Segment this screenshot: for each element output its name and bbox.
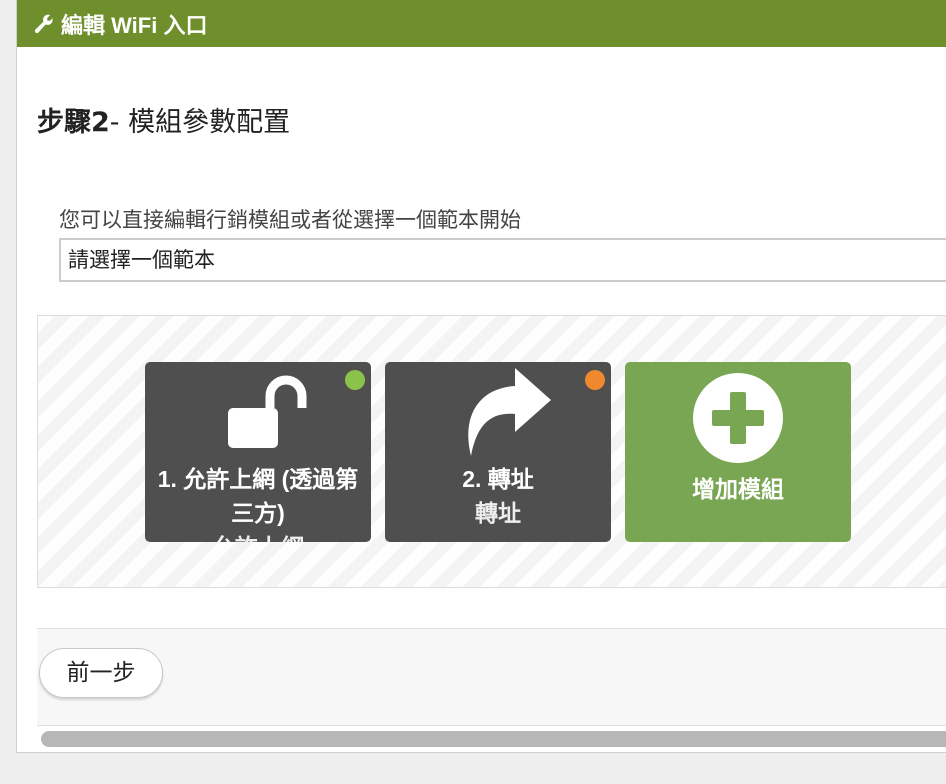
status-dot — [345, 370, 365, 390]
module-sublabel: 轉址 — [475, 500, 521, 526]
unlock-icon — [228, 375, 307, 448]
module-card-allow-internet[interactable]: 1. 允許上網 (透過第三方) 允許上網 — [145, 362, 371, 542]
plus-circle-icon — [693, 373, 783, 463]
share-arrow-icon — [468, 368, 551, 456]
template-label: 您可以直接編輯行銷模組或者從選擇一個範本開始 — [59, 208, 521, 232]
step-title-text: - 模組參數配置 — [109, 107, 291, 138]
page-title: 編輯 WiFi 入口 — [61, 12, 208, 38]
title-bar: 編輯 WiFi 入口 — [17, 0, 946, 47]
step-number: 步驟2 — [37, 107, 110, 138]
step-heading: 步驟2- 模組參數配置 — [37, 100, 290, 139]
footer-bar — [37, 628, 946, 726]
previous-step-button[interactable]: 前一步 — [39, 648, 163, 698]
module-label: 1. 允許上網 (透過第三方) — [157, 466, 359, 526]
horizontal-scrollbar[interactable] — [41, 731, 946, 747]
module-label: 2. 轉址 — [462, 466, 534, 492]
portal-editor-panel: 編輯 WiFi 入口 步驟2- 模組參數配置 您可以直接編輯行銷模組或者從選擇一… — [16, 0, 946, 753]
wrench-icon — [34, 14, 53, 33]
status-dot — [585, 370, 605, 390]
module-card-redirect[interactable]: 2. 轉址 轉址 — [385, 362, 611, 542]
add-module-label: 增加模組 — [692, 476, 784, 502]
add-module-button[interactable]: 增加模組 — [625, 362, 851, 542]
modules-area: 1. 允許上網 (透過第三方) 允許上網 2. 轉址 轉址 增加模組 — [37, 315, 946, 588]
module-sublabel: 允許上網 — [151, 530, 365, 542]
template-select[interactable]: 請選擇一個範本 — [59, 238, 946, 282]
